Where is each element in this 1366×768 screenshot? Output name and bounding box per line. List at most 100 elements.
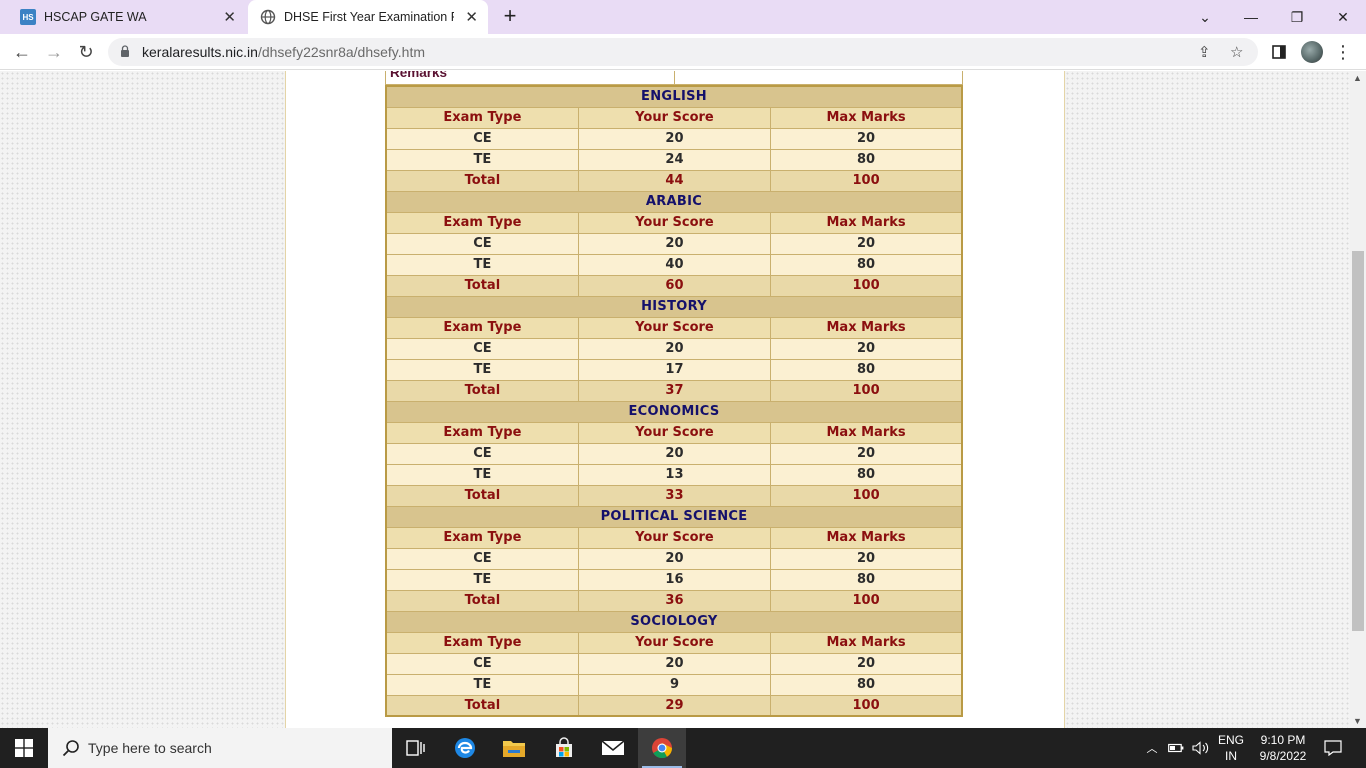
- tab-title: HSCAP GATE WA: [44, 10, 147, 24]
- remarks-row: Remarks: [385, 71, 963, 85]
- exam-type-cell: CE: [385, 127, 579, 150]
- table-row: CE 20 20: [385, 442, 963, 465]
- browser-toolbar: ← → ↻ keralaresults.nic.in/dhsefy22snr8a…: [0, 34, 1366, 70]
- tab-search-chevron-icon[interactable]: ⌄: [1182, 0, 1228, 34]
- score-cell: 20: [577, 547, 772, 570]
- chrome-button[interactable]: [638, 728, 686, 768]
- mail-button[interactable]: [589, 728, 637, 768]
- subject-name: ENGLISH: [385, 85, 963, 108]
- side-panel-icon[interactable]: [1269, 42, 1289, 62]
- exam-type-cell: CE: [385, 652, 579, 675]
- subject-row: SOCIOLOGY: [385, 610, 963, 633]
- header-exam-type: Exam Type: [385, 526, 579, 549]
- reload-button[interactable]: ↻: [74, 40, 98, 64]
- score-cell: 33: [577, 484, 772, 507]
- minimize-button[interactable]: —: [1228, 0, 1274, 34]
- table-row: TE 17 80: [385, 358, 963, 381]
- chrome-icon: [652, 738, 673, 759]
- scroll-down-arrow-icon[interactable]: ▼: [1353, 716, 1362, 726]
- exam-type-cell: TE: [385, 358, 579, 381]
- bookmark-star-icon[interactable]: ☆: [1230, 43, 1243, 61]
- header-your-score: Your Score: [577, 211, 772, 234]
- start-button[interactable]: [0, 728, 48, 768]
- forward-button[interactable]: →: [42, 40, 66, 64]
- header-your-score: Your Score: [577, 421, 772, 444]
- url-text: keralaresults.nic.in/dhsefy22snr8a/dhsef…: [142, 44, 425, 60]
- browser-tab-strip: HS HSCAP GATE WA ✕ DHSE First Year Exami…: [0, 0, 1366, 34]
- language-code: ENG: [1217, 733, 1244, 747]
- lock-icon: [121, 45, 129, 57]
- table-row: CE 20 20: [385, 127, 963, 150]
- header-exam-type: Exam Type: [385, 316, 579, 339]
- score-cell: 20: [577, 652, 772, 675]
- language-indicator[interactable]: ENG IN: [1214, 728, 1248, 768]
- score-cell: 24: [577, 148, 772, 171]
- edge-browser-button[interactable]: [441, 728, 489, 768]
- folder-icon: [503, 741, 525, 757]
- score-cell: 60: [577, 274, 772, 297]
- score-cell: 20: [577, 232, 772, 255]
- back-button[interactable]: ←: [10, 40, 34, 64]
- max-marks-cell: 20: [770, 547, 963, 570]
- tab-dhse-result[interactable]: DHSE First Year Examination Resu ✕: [248, 0, 488, 34]
- show-hidden-icons-chevron-icon[interactable]: ︿: [1142, 728, 1162, 768]
- exam-type-cell: CE: [385, 547, 579, 570]
- more-menu-icon[interactable]: ⋮: [1333, 42, 1353, 62]
- microsoft-store-button[interactable]: [540, 728, 588, 768]
- total-row: Total 36 100: [385, 589, 963, 612]
- subject-name: POLITICAL SCIENCE: [385, 505, 963, 528]
- max-marks-cell: 100: [770, 274, 963, 297]
- volume-icon[interactable]: [1190, 728, 1212, 768]
- exam-type-cell: TE: [385, 568, 579, 591]
- table-row: CE 20 20: [385, 232, 963, 255]
- score-cell: 17: [577, 358, 772, 381]
- region-code: IN: [1224, 749, 1237, 763]
- close-icon[interactable]: ✕: [465, 8, 478, 26]
- clock[interactable]: 9:10 PM 9/8/2022: [1252, 728, 1314, 768]
- column-header-row: Exam Type Your Score Max Marks: [385, 106, 963, 129]
- task-view-button[interactable]: [392, 728, 440, 768]
- scroll-thumb[interactable]: [1352, 251, 1364, 631]
- new-tab-button[interactable]: +: [498, 5, 522, 29]
- clock-date: 9/8/2022: [1259, 749, 1307, 763]
- total-row: Total 60 100: [385, 274, 963, 297]
- exam-type-cell: CE: [385, 442, 579, 465]
- taskbar-search-box[interactable]: Type here to search: [48, 728, 392, 768]
- column-header-row: Exam Type Your Score Max Marks: [385, 421, 963, 444]
- scroll-up-arrow-icon[interactable]: ▲: [1353, 73, 1362, 83]
- exam-type-cell: Total: [385, 484, 579, 507]
- header-max-marks: Max Marks: [770, 421, 963, 444]
- windows-taskbar: Type here to search ︿ ENG IN 9:10 PM 9/8…: [0, 728, 1366, 768]
- battery-icon[interactable]: [1166, 728, 1186, 768]
- notification-center-button[interactable]: [1318, 728, 1348, 768]
- subject-name: SOCIOLOGY: [385, 610, 963, 633]
- store-icon: [556, 737, 572, 757]
- subject-row: ECONOMICS: [385, 400, 963, 423]
- windows-logo-icon: [15, 739, 33, 757]
- max-marks-cell: 100: [770, 694, 963, 717]
- score-cell: 37: [577, 379, 772, 402]
- max-marks-cell: 100: [770, 169, 963, 192]
- file-explorer-button[interactable]: [490, 728, 538, 768]
- exam-type-cell: TE: [385, 463, 579, 486]
- vertical-scrollbar[interactable]: ▲ ▼: [1350, 71, 1366, 728]
- share-icon[interactable]: ⇪: [1198, 43, 1211, 61]
- subject-name: HISTORY: [385, 295, 963, 318]
- exam-type-cell: Total: [385, 379, 579, 402]
- max-marks-cell: 80: [770, 463, 963, 486]
- remarks-label: Remarks: [390, 71, 448, 80]
- close-icon[interactable]: ✕: [223, 8, 236, 26]
- profile-avatar[interactable]: [1301, 41, 1323, 63]
- restore-button[interactable]: ❐: [1274, 0, 1320, 34]
- score-cell: 44: [577, 169, 772, 192]
- edge-icon: [455, 738, 475, 758]
- table-row: CE 20 20: [385, 652, 963, 675]
- address-bar[interactable]: keralaresults.nic.in/dhsefy22snr8a/dhsef…: [108, 38, 1258, 66]
- total-row: Total 33 100: [385, 484, 963, 507]
- table-row: CE 20 20: [385, 547, 963, 570]
- table-row: TE 40 80: [385, 253, 963, 276]
- page-viewport: Remarks ENGLISH Exam Type Your Score Max Ma…: [0, 71, 1350, 728]
- score-cell: 36: [577, 589, 772, 612]
- window-close-button[interactable]: ✕: [1320, 0, 1366, 34]
- tab-hscap[interactable]: HS HSCAP GATE WA ✕: [8, 0, 246, 34]
